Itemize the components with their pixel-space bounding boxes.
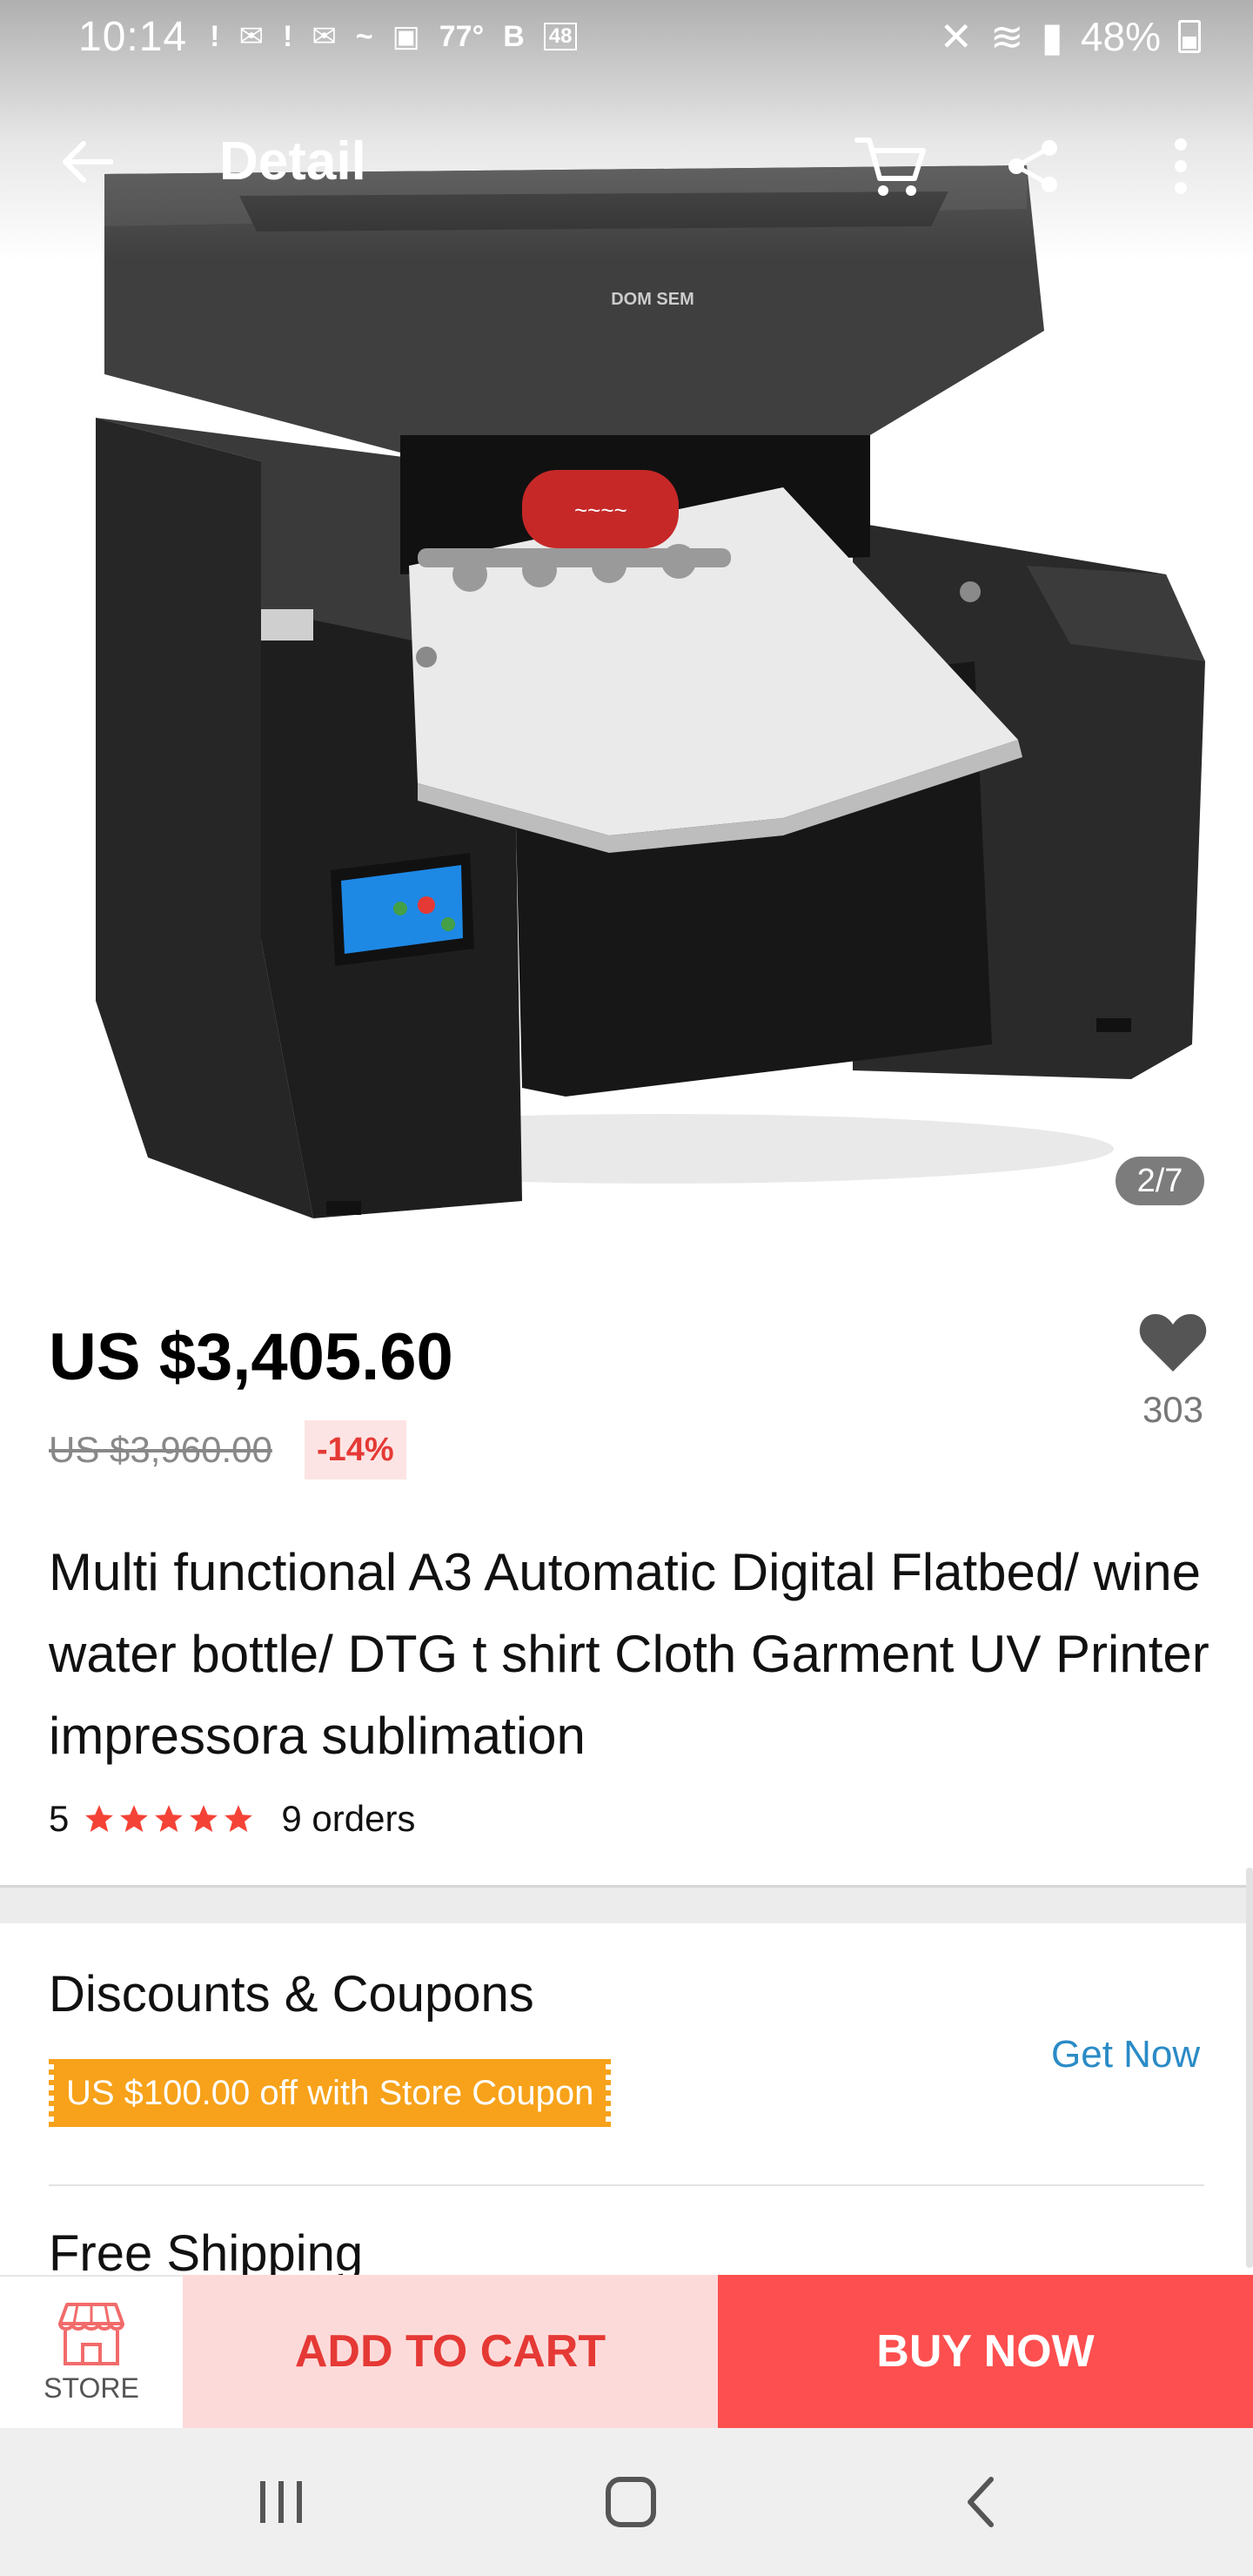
- store-button[interactable]: STORE: [0, 2275, 183, 2428]
- image-counter: 2/7: [1116, 1157, 1204, 1205]
- star-icon: [120, 1805, 149, 1833]
- mail-icon: ✉: [238, 20, 264, 53]
- recent-apps-icon: [260, 2481, 302, 2523]
- home-icon: [606, 2477, 656, 2527]
- shipping-section-title[interactable]: Free Shipping: [49, 2224, 363, 2275]
- wishlist-button[interactable]: 303: [1131, 1311, 1215, 1431]
- coupons-section-title: Discounts & Coupons: [49, 1966, 534, 2023]
- store-icon: [58, 2302, 124, 2365]
- share-button[interactable]: [994, 127, 1072, 205]
- current-price: US $3,405.60: [49, 1320, 453, 1394]
- recent-apps-button[interactable]: [242, 2463, 320, 2541]
- rating-stars: [83, 1802, 255, 1835]
- star-icon: [155, 1805, 184, 1833]
- system-status-icons: ✕ ≋ ▮ 48%: [939, 13, 1201, 60]
- back-button[interactable]: [52, 127, 122, 197]
- scrollbar[interactable]: [1246, 1868, 1253, 2268]
- divider: [49, 2184, 1204, 2186]
- alert-icon: !: [210, 19, 220, 53]
- wifi-icon: ≋: [990, 14, 1024, 59]
- original-price: US $3,960.00: [49, 1429, 272, 1470]
- battery-percent: 48%: [1080, 14, 1161, 59]
- arrow-left-icon: [63, 141, 113, 183]
- status-bar: 10:14 ! ✉ ! ✉ ~ ▣ 77° B 48 ✕ ≋ ▮ 48%: [0, 0, 1253, 73]
- app-bar: Detail: [0, 104, 1253, 218]
- store-coupon-chip[interactable]: US $100.00 off with Store Coupon: [49, 2059, 612, 2127]
- bottom-action-bar: STORE ADD TO CART BUY NOW: [0, 2275, 1253, 2428]
- image-icon: ▣: [392, 20, 420, 53]
- alert-icon: !: [282, 19, 293, 53]
- signature-icon: ~: [355, 19, 373, 53]
- cart-button[interactable]: [851, 127, 929, 205]
- more-options-button[interactable]: [1142, 127, 1220, 205]
- wishlist-count: 303: [1142, 1389, 1204, 1430]
- system-navigation-bar: [0, 2428, 1253, 2576]
- home-button[interactable]: [592, 2463, 670, 2541]
- share-icon: [1008, 140, 1057, 192]
- heart-icon: [1139, 1314, 1207, 1372]
- section-separator: [0, 1885, 1253, 1923]
- chevron-left-icon: [968, 2477, 994, 2527]
- printer-brand-label: DOM SEM: [611, 290, 694, 309]
- system-back-button[interactable]: [941, 2463, 1020, 2541]
- b-icon: B: [503, 19, 525, 53]
- svg-text:~~~~: ~~~~: [574, 497, 627, 523]
- mail-icon: ✉: [312, 20, 337, 53]
- notification-icons: ! ✉ ! ✉ ~ ▣ 77° B 48: [210, 19, 578, 54]
- star-icon: [85, 1805, 114, 1833]
- signal-icon: ▮: [1041, 14, 1063, 59]
- cart-icon: [854, 138, 926, 196]
- battery-icon: [1178, 20, 1201, 53]
- rating-row[interactable]: 5 9 orders: [49, 1798, 415, 1840]
- get-coupon-link[interactable]: Get Now: [1051, 2033, 1200, 2076]
- status-time: 10:14: [78, 13, 188, 60]
- rating-value: 5: [49, 1798, 70, 1839]
- product-title: Multi functional A3 Automatic Digital Fl…: [49, 1543, 1209, 1765]
- store-label: STORE: [44, 2371, 139, 2404]
- orders-count: 9 orders: [281, 1798, 416, 1839]
- more-vertical-icon: [1175, 138, 1187, 194]
- weather-temp: 77°: [439, 19, 485, 53]
- page-title: Detail: [219, 131, 366, 191]
- mute-icon: ✕: [939, 14, 974, 59]
- discount-badge: -14%: [305, 1420, 406, 1479]
- add-to-cart-button[interactable]: ADD TO CART: [183, 2275, 718, 2428]
- star-icon: [224, 1805, 253, 1833]
- star-icon: [190, 1805, 218, 1833]
- box-icon: 48: [543, 23, 578, 50]
- buy-now-button[interactable]: BUY NOW: [718, 2275, 1253, 2428]
